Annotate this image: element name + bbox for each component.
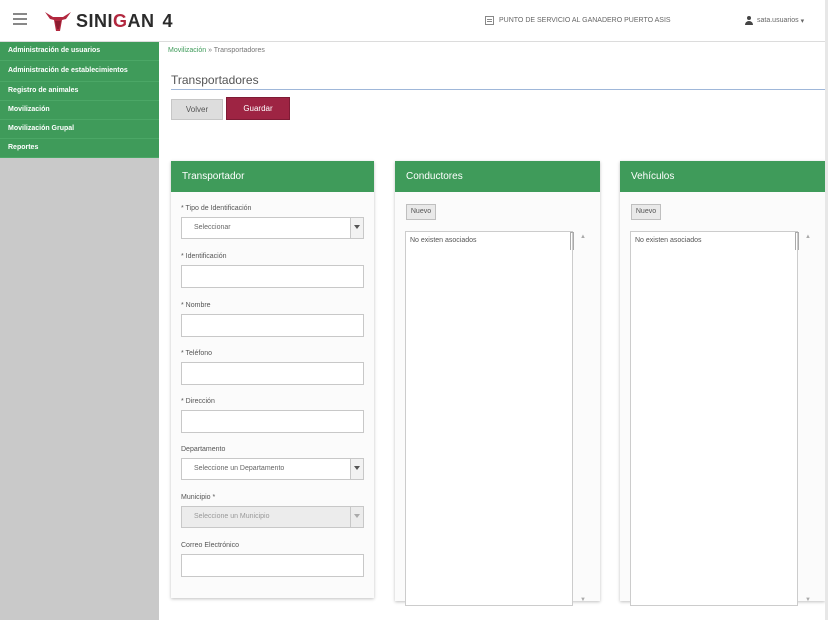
title-divider — [171, 89, 828, 90]
list-scrollbar[interactable] — [570, 232, 574, 250]
conductores-body: Nuevo No existen asociados ▲ ▼ — [395, 192, 600, 606]
hamburger-menu-icon[interactable] — [13, 13, 27, 25]
vehiculos-panel-title: Vehículos — [620, 161, 825, 192]
sidebar-item-movilizacion[interactable]: Movilización — [0, 101, 159, 120]
breadcrumb-link-movilizacion[interactable]: Movilización — [168, 47, 206, 54]
departamento-select[interactable]: Seleccione un Departamento — [181, 458, 364, 480]
conductores-panel-title: Conductores — [395, 161, 600, 192]
direccion-input[interactable] — [181, 410, 364, 433]
app-version: 4 — [162, 10, 173, 31]
conductores-panel: Conductores Nuevo No existen asociados ▲… — [395, 161, 600, 606]
correo-input[interactable] — [181, 554, 364, 577]
conductores-empty-text: No existen asociados — [410, 237, 477, 244]
sidebar-item-animales[interactable]: Registro de animales — [0, 82, 159, 101]
guardar-button[interactable]: Guardar — [226, 97, 290, 120]
identificacion-label: * Identificación — [181, 253, 227, 260]
sidebar: Administración de usuarios Administració… — [0, 42, 159, 620]
bull-logo-icon — [45, 12, 71, 31]
scroll-up-icon[interactable]: ▲ — [805, 234, 811, 240]
vehiculos-panel: Vehículos Nuevo No existen asociados ▲ ▼ — [620, 161, 825, 606]
volver-button[interactable]: Volver — [171, 99, 223, 120]
vehiculos-list[interactable]: No existen asociados — [630, 231, 799, 606]
user-icon — [745, 16, 753, 25]
chevron-down-icon — [350, 218, 363, 238]
municipio-select[interactable]: Seleccione un Municipio — [181, 506, 364, 528]
nombre-label: * Nombre — [181, 302, 211, 309]
telefono-label: * Teléfono — [181, 350, 213, 357]
sidebar-item-reportes[interactable]: Reportes — [0, 139, 159, 158]
municipio-label: Municipio * — [181, 494, 216, 501]
chevron-down-icon — [350, 507, 363, 527]
scroll-down-icon[interactable]: ▼ — [580, 597, 586, 603]
service-point-label: PUNTO DE SERVICIO AL GANADERO PUERTO ASI… — [499, 17, 671, 24]
breadcrumb: Movilización » Transportadores — [168, 47, 265, 54]
breadcrumb-separator: » — [206, 47, 214, 54]
nuevo-conductor-button[interactable]: Nuevo — [406, 204, 436, 220]
app-name: SINIGAN — [76, 10, 155, 31]
departamento-value: Seleccione un Departamento — [194, 465, 285, 472]
breadcrumb-current: Transportadores — [213, 47, 265, 54]
app-logo[interactable]: SINIGAN 4 — [44, 9, 173, 33]
list-scrollbar[interactable] — [795, 232, 799, 250]
sidebar-item-usuarios[interactable]: Administración de usuarios — [0, 42, 159, 61]
vehiculos-body: Nuevo No existen asociados ▲ ▼ — [620, 192, 825, 606]
service-point[interactable]: PUNTO DE SERVICIO AL GANADERO PUERTO ASI… — [485, 16, 671, 25]
tipo-identificacion-value: Seleccionar — [194, 224, 231, 231]
sidebar-menu: Administración de usuarios Administració… — [0, 42, 159, 158]
correo-label: Correo Electrónico — [181, 542, 239, 549]
sidebar-item-movilizacion-grupal[interactable]: Movilización Grupal — [0, 120, 159, 139]
nombre-input[interactable] — [181, 314, 364, 337]
user-name: sata.usuarios — [757, 17, 799, 24]
nuevo-vehiculo-button[interactable]: Nuevo — [631, 204, 661, 220]
caret-down-icon: ▾ — [798, 17, 805, 25]
user-menu[interactable]: sata.usuarios ▾ — [745, 16, 804, 25]
building-icon — [485, 16, 494, 25]
top-bar: SINIGAN 4 PUNTO DE SERVICIO AL GANADERO … — [0, 0, 828, 42]
transportador-panel: Transportador * Tipo de Identificación S… — [171, 161, 374, 598]
sidebar-item-establecimientos[interactable]: Administración de establecimientos — [0, 61, 159, 82]
scroll-down-icon[interactable]: ▼ — [805, 597, 811, 603]
municipio-value: Seleccione un Municipio — [194, 513, 270, 520]
chevron-down-icon — [350, 459, 363, 479]
departamento-label: Departamento — [181, 446, 226, 453]
conductores-list[interactable]: No existen asociados — [405, 231, 574, 606]
tipo-identificacion-select[interactable]: Seleccionar — [181, 217, 364, 239]
transportador-panel-title: Transportador — [171, 161, 374, 192]
vehiculos-empty-text: No existen asociados — [635, 237, 702, 244]
transportador-form: * Tipo de Identificación Seleccionar * I… — [171, 192, 374, 598]
telefono-input[interactable] — [181, 362, 364, 385]
tipo-identificacion-label: * Tipo de Identificación — [181, 205, 252, 212]
page-title: Transportadores — [171, 73, 259, 87]
direccion-label: * Dirección — [181, 398, 215, 405]
scroll-up-icon[interactable]: ▲ — [580, 234, 586, 240]
identificacion-input[interactable] — [181, 265, 364, 288]
